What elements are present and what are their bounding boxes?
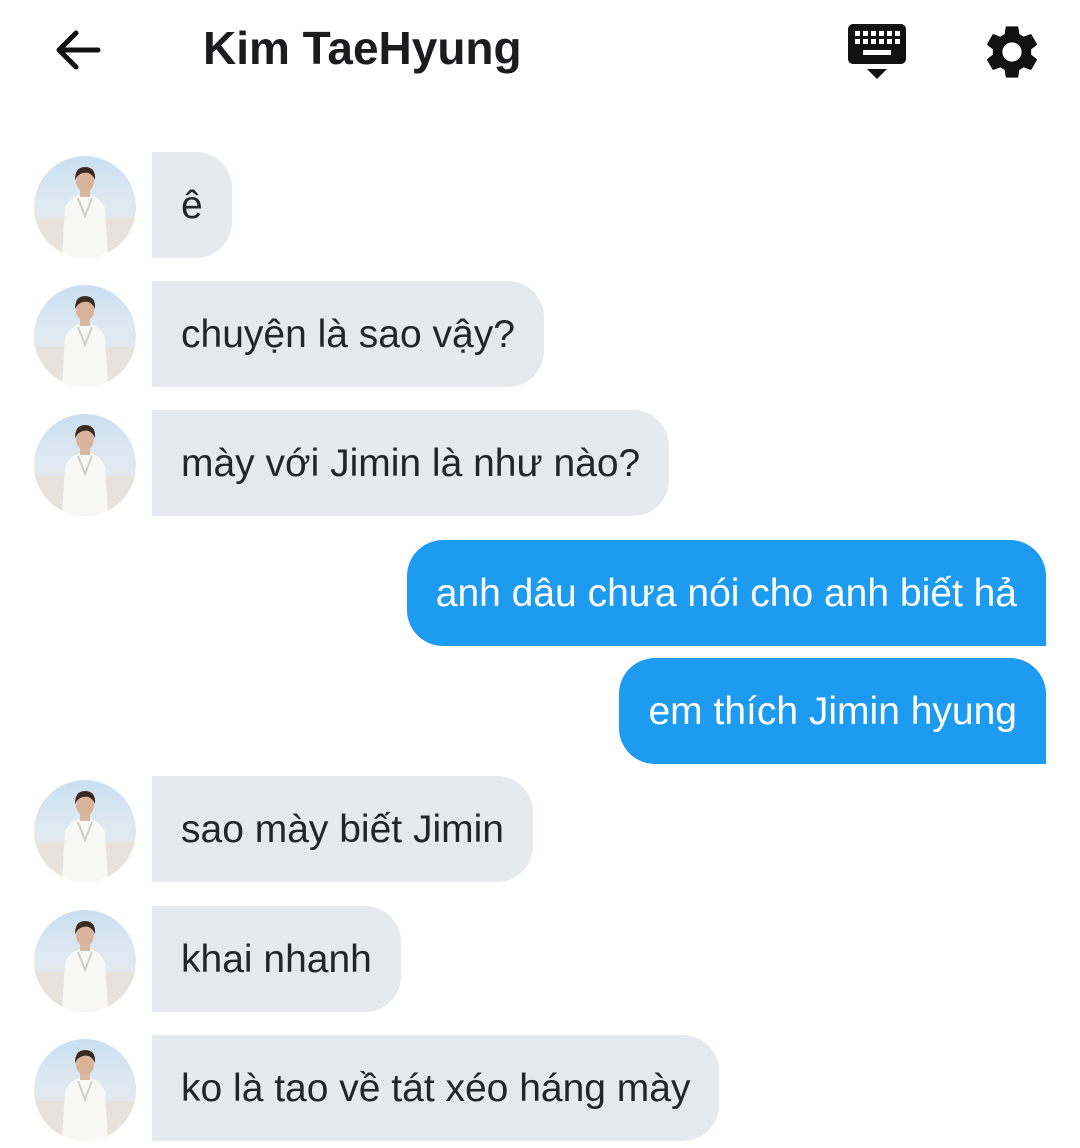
message-bubble[interactable]: khai nhanh — [152, 906, 401, 1012]
contact-photo — [34, 167, 136, 258]
contact-photo — [34, 425, 136, 516]
arrow-left-icon — [56, 30, 101, 70]
contact-photo — [34, 921, 136, 1012]
contact-photo — [34, 1050, 136, 1141]
message-bubble[interactable]: mày với Jimin là như nào? — [152, 410, 670, 516]
keyboard-hide-icon — [848, 24, 906, 79]
message-bubble[interactable]: ko là tao về tát xéo háng mày — [152, 1035, 720, 1141]
settings-button[interactable] — [980, 20, 1044, 84]
avatar[interactable] — [34, 285, 136, 387]
avatar[interactable] — [34, 414, 136, 516]
message-bubble[interactable]: ê — [152, 152, 232, 258]
contact-photo — [34, 791, 136, 882]
avatar[interactable] — [34, 156, 136, 258]
chat-header: Kim TaeHyung — [0, 0, 1080, 100]
back-button[interactable] — [50, 22, 106, 78]
page-title: Kim TaeHyung — [203, 22, 522, 74]
contact-photo — [34, 296, 136, 387]
message-bubble[interactable]: chuyện là sao vậy? — [152, 281, 544, 387]
gear-icon — [987, 26, 1037, 78]
avatar[interactable] — [34, 910, 136, 1012]
avatar[interactable] — [34, 780, 136, 882]
keyboard-button[interactable] — [844, 20, 910, 84]
message-bubble[interactable]: sao mày biết Jimin — [152, 776, 533, 882]
avatar[interactable] — [34, 1039, 136, 1141]
message-bubble[interactable]: anh dâu chưa nói cho anh biết hả — [406, 540, 1046, 646]
message-bubble[interactable]: em thích Jimin hyung — [619, 658, 1046, 764]
